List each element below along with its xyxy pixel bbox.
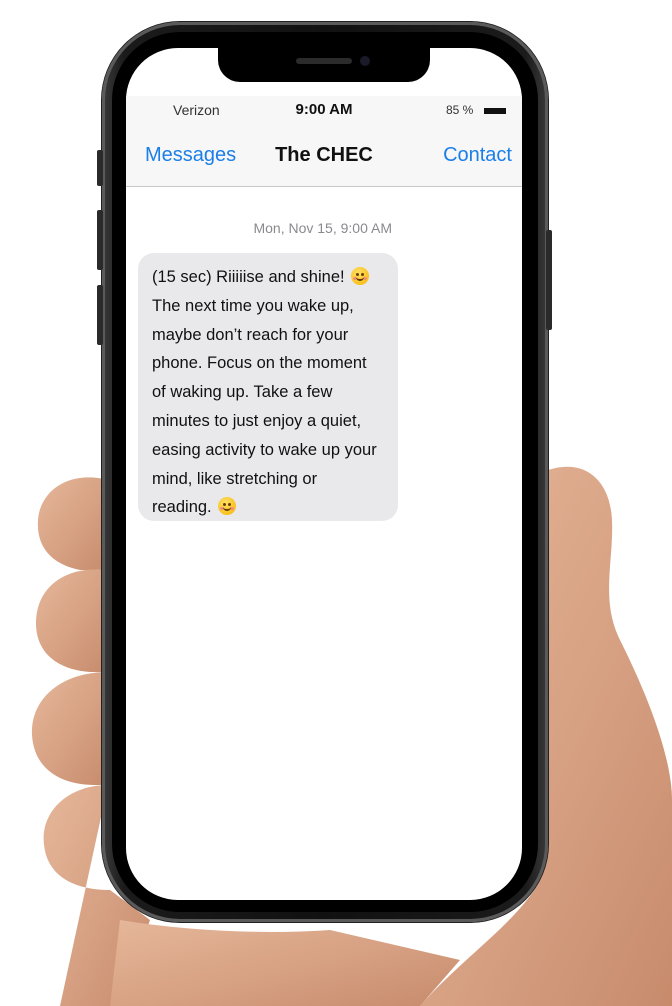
message-bubble[interactable]: (15 sec) Riiiiise and shine! The next ti… (138, 253, 398, 521)
volume-up-button (97, 210, 103, 270)
message-line: maybe don’t reach for your (152, 325, 349, 344)
notch (218, 48, 430, 82)
mute-switch (97, 150, 103, 186)
navigation-bar: Messages The CHEC Contact (126, 126, 522, 187)
front-camera (360, 56, 370, 66)
battery-icon (484, 108, 506, 114)
message-line: The next time you wake up, (152, 296, 354, 315)
message-line: minutes to just enjoy a quiet, (152, 411, 362, 430)
power-button (546, 230, 552, 330)
message-line: reading. (152, 493, 384, 522)
status-bar: Verizon 9:00 AM 85 % (126, 96, 522, 126)
message-line: phone. Focus on the moment (152, 354, 367, 373)
phone-photo: Verizon 9:00 AM 85 % Messages The CHEC C… (0, 0, 672, 1006)
message-line: easing activity to wake up your (152, 440, 377, 459)
contact-button[interactable]: Contact (443, 144, 512, 167)
phone-screen: Verizon 9:00 AM 85 % Messages The CHEC C… (126, 48, 522, 900)
message-line: mind, like stretching or (152, 469, 318, 488)
message-line: (15 sec) Riiiiise and shine! (152, 263, 384, 292)
message-line: of waking up. Take a few (152, 383, 333, 402)
smiling-face-blush-emoji (218, 497, 237, 516)
battery-percent: 85 % (446, 103, 474, 117)
earpiece-speaker (296, 58, 352, 64)
volume-down-button (97, 285, 103, 345)
message-timestamp: Mon, Nov 15, 9:00 AM (253, 220, 392, 236)
smiling-face-emoji (351, 267, 370, 285)
